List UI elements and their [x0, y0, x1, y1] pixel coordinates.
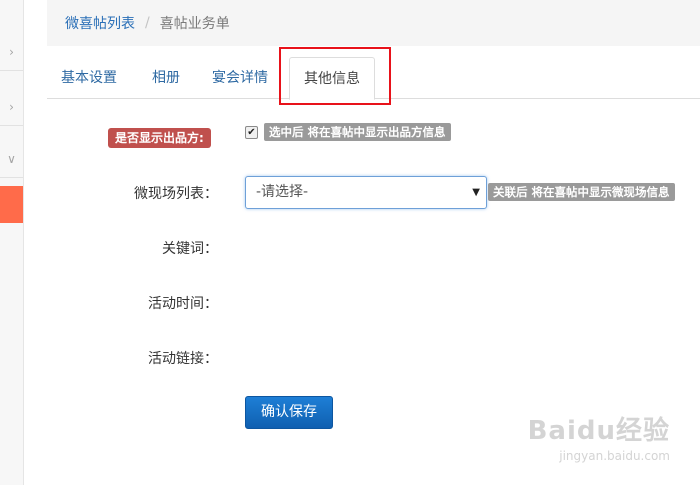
chevron-right-icon: › [9, 99, 14, 114]
dropdown-arrow-icon: ▼ [472, 187, 480, 198]
show-brand-checkbox[interactable]: ✔ [245, 126, 258, 139]
keywords-label: 关键词： [162, 241, 218, 257]
nav-item-3[interactable]: ∨ [0, 140, 23, 178]
watermark-sub: jingyan.baidu.com [559, 449, 670, 463]
nav-item-active[interactable] [0, 186, 23, 223]
tab-album[interactable]: 相册 [152, 57, 180, 99]
confirm-save-button[interactable]: 确认保存 [245, 396, 333, 429]
show-brand-hint: 选中后 将在喜帖中显示出品方信息 [264, 123, 451, 141]
tab-banquet-details[interactable]: 宴会详情 [212, 57, 268, 99]
checkmark-icon: ✔ [247, 126, 256, 138]
nav-item-1[interactable]: › [0, 33, 23, 71]
venue-list-selected: -请选择- [256, 184, 309, 200]
event-link-label: 活动链接： [148, 351, 218, 367]
nav-item-2[interactable]: › [0, 88, 23, 126]
event-time-label: 活动时间： [148, 296, 218, 312]
breadcrumb-separator: / [145, 15, 150, 31]
breadcrumb: 微喜帖列表 / 喜帖业务单 [47, 0, 700, 46]
venue-list-hint: 关联后 将在喜帖中显示微现场信息 [488, 183, 675, 201]
venue-list-select[interactable]: -请选择- ▼ [245, 176, 487, 209]
breadcrumb-current: 喜帖业务单 [159, 16, 230, 32]
baidu-watermark: Baidu经验 jingyan.baidu.com [528, 410, 670, 463]
venue-list-label: 微现场列表： [134, 186, 218, 202]
tab-basic-settings[interactable]: 基本设置 [61, 57, 117, 99]
breadcrumb-root-link[interactable]: 微喜帖列表 [65, 13, 135, 33]
left-nav: › › ∨ [0, 0, 24, 485]
highlight-annotation-box [279, 47, 391, 105]
chevron-right-icon: › [9, 44, 14, 59]
chevron-down-icon: ∨ [7, 151, 16, 166]
page: › › ∨ 微喜帖列表 / 喜帖业务单 基本设置 相册 宴会详情 其他信息 是否… [0, 0, 700, 485]
show-brand-label: 是否显示出品方: [108, 128, 211, 148]
watermark-main: Baidu经验 [527, 416, 670, 446]
